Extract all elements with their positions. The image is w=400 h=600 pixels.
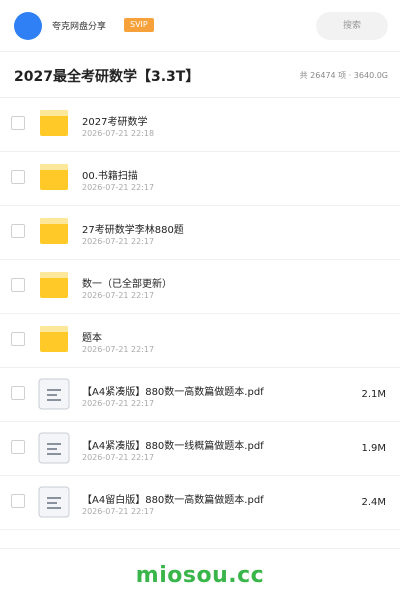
list-item[interactable]: 【A4紧凑版】880数一线概篇做题本.pdf 2026-07-21 22:17 …	[0, 422, 400, 476]
file-name: 【A4紧凑版】880数一线概篇做题本.pdf	[82, 441, 264, 452]
checkbox[interactable]	[11, 332, 25, 346]
file-date: 2026-07-21 22:17	[82, 183, 155, 192]
file-list: 2027考研数学 2026-07-21 22:18 00.书籍扫描 2026-0…	[0, 98, 400, 530]
list-item[interactable]: 00.书籍扫描 2026-07-21 22:17	[0, 152, 400, 206]
file-name: 27考研数学李林880题	[82, 225, 184, 236]
folder-icon	[38, 270, 70, 302]
file-date: 2026-07-21 22:17	[82, 291, 155, 300]
file-name: 【A4留白版】880数一高数篇做题本.pdf	[82, 495, 264, 506]
file-name: 【A4紧凑版】880数一高数篇做题本.pdf	[82, 387, 264, 398]
folder-icon	[38, 108, 70, 140]
file-date: 2026-07-21 22:17	[82, 345, 155, 354]
file-size: 2.1M	[361, 389, 386, 400]
checkbox[interactable]	[11, 494, 25, 508]
folder-icon	[38, 324, 70, 356]
document-icon	[38, 378, 70, 410]
share-stats: 共 26474 项 · 3640.0G	[299, 71, 388, 80]
top-bar: 夸克网盘分享 SVIP 搜索	[0, 0, 400, 52]
folder-icon	[38, 162, 70, 194]
page-title: 2027最全考研数学【3.3T】	[14, 69, 200, 85]
file-date: 2026-07-21 22:17	[82, 507, 155, 516]
list-item[interactable]: 【A4留白版】880数一高数篇做题本.pdf 2026-07-21 22:17 …	[0, 476, 400, 530]
svip-badge: SVIP	[124, 18, 154, 32]
folder-icon	[38, 216, 70, 248]
file-date: 2026-07-21 22:18	[82, 129, 155, 138]
checkbox[interactable]	[11, 170, 25, 184]
file-name: 数一（已全部更新）	[82, 279, 172, 290]
checkbox[interactable]	[11, 116, 25, 130]
file-size: 1.9M	[361, 443, 386, 454]
watermark: miosou.cc	[135, 563, 265, 588]
list-item[interactable]: 2027考研数学 2026-07-21 22:18	[0, 98, 400, 152]
file-name: 题本	[82, 333, 102, 344]
file-date: 2026-07-21 22:17	[82, 453, 155, 462]
document-icon	[38, 486, 70, 518]
list-item[interactable]: 数一（已全部更新） 2026-07-21 22:17	[0, 260, 400, 314]
list-item[interactable]: 【A4紧凑版】880数一高数篇做题本.pdf 2026-07-21 22:17 …	[0, 368, 400, 422]
file-size: 2.4M	[361, 497, 386, 508]
document-icon	[38, 432, 70, 464]
checkbox[interactable]	[11, 278, 25, 292]
checkbox[interactable]	[11, 386, 25, 400]
share-header: 2027最全考研数学【3.3T】 共 26474 项 · 3640.0G	[0, 52, 400, 98]
checkbox[interactable]	[11, 440, 25, 454]
file-date: 2026-07-21 22:17	[82, 237, 155, 246]
file-name: 2027考研数学	[82, 117, 148, 128]
file-name: 00.书籍扫描	[82, 171, 138, 182]
file-date: 2026-07-21 22:17	[82, 399, 155, 408]
search-button[interactable]: 搜索	[316, 12, 388, 40]
avatar[interactable]	[14, 12, 42, 40]
footer: miosou.cc	[0, 548, 400, 600]
checkbox[interactable]	[11, 224, 25, 238]
list-item[interactable]: 27考研数学李林880题 2026-07-21 22:17	[0, 206, 400, 260]
username: 夸克网盘分享	[52, 22, 107, 32]
list-item[interactable]: 题本 2026-07-21 22:17	[0, 314, 400, 368]
